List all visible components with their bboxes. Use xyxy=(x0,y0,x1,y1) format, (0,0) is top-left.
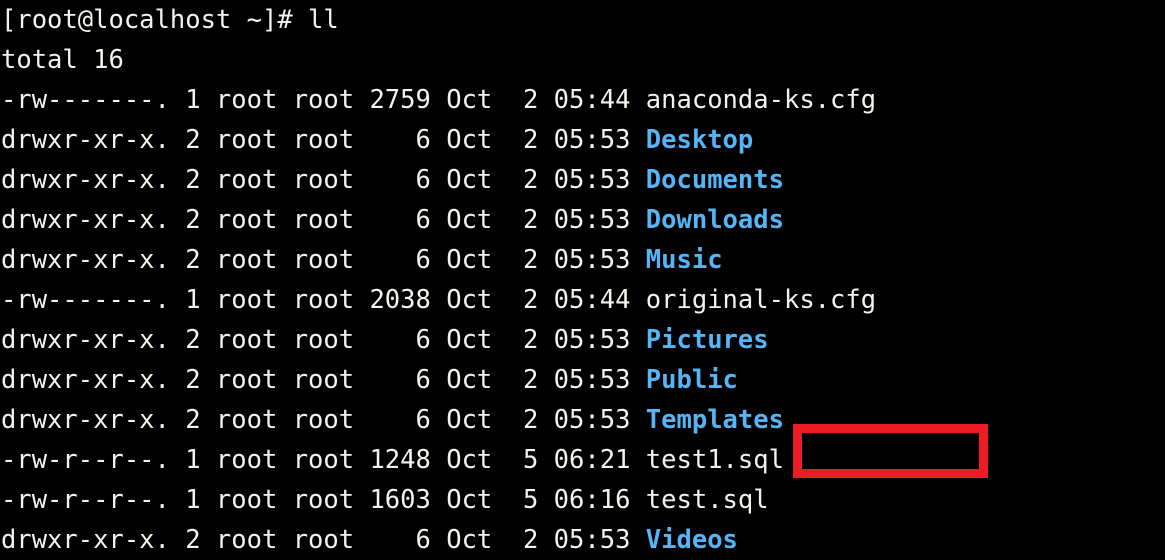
shell-prompt-line: [root@localhost ~]# ll xyxy=(0,0,1165,40)
listing-row-meta: drwxr-xr-x. 2 root root 6 Oct 2 05:53 xyxy=(1,365,646,395)
listing-row: -rw-------. 1 root root 2038 Oct 2 05:44… xyxy=(0,280,1165,320)
listing-row: drwxr-xr-x. 2 root root 6 Oct 2 05:53 Mu… xyxy=(0,240,1165,280)
listing-row-filename: Pictures xyxy=(645,325,769,355)
listing-row-filename: Documents xyxy=(645,165,784,195)
listing-row: drwxr-xr-x. 2 root root 6 Oct 2 05:53 Te… xyxy=(0,400,1165,440)
listing-row-filename: Videos xyxy=(645,525,738,555)
listing-row-filename: anaconda-ks.cfg xyxy=(645,85,877,115)
listing-row: -rw-r--r--. 1 root root 1603 Oct 5 06:16… xyxy=(0,480,1165,520)
listing-row-meta: drwxr-xr-x. 2 root root 6 Oct 2 05:53 xyxy=(1,405,646,435)
listing-row-meta: -rw-------. 1 root root 2038 Oct 2 05:44 xyxy=(1,285,646,315)
listing-row-filename: Music xyxy=(645,245,723,275)
listing-row-filename: Templates xyxy=(645,405,784,435)
listing-row-filename: Public xyxy=(645,365,738,395)
listing-row: -rw-------. 1 root root 2759 Oct 2 05:44… xyxy=(0,80,1165,120)
directory-listing: -rw-------. 1 root root 2759 Oct 2 05:44… xyxy=(0,80,1165,560)
listing-row-meta: -rw-r--r--. 1 root root 1603 Oct 5 06:16 xyxy=(1,485,646,515)
listing-row-filename: Downloads xyxy=(645,205,784,235)
listing-row-meta: drwxr-xr-x. 2 root root 6 Oct 2 05:53 xyxy=(1,525,646,555)
listing-row: drwxr-xr-x. 2 root root 6 Oct 2 05:53 Pi… xyxy=(0,320,1165,360)
listing-row: drwxr-xr-x. 2 root root 6 Oct 2 05:53 Do… xyxy=(0,200,1165,240)
listing-row-meta: drwxr-xr-x. 2 root root 6 Oct 2 05:53 xyxy=(1,205,646,235)
listing-row-filename: test.sql xyxy=(645,485,769,515)
listing-row-meta: drwxr-xr-x. 2 root root 6 Oct 2 05:53 xyxy=(1,125,646,155)
shell-command: ll xyxy=(308,5,339,35)
listing-row-meta: -rw-------. 1 root root 2759 Oct 2 05:44 xyxy=(1,85,646,115)
total-line: total 16 xyxy=(1,45,124,75)
shell-prompt: [root@localhost ~]# xyxy=(1,5,309,35)
listing-row: drwxr-xr-x. 2 root root 6 Oct 2 05:53 Do… xyxy=(0,160,1165,200)
listing-row: drwxr-xr-x. 2 root root 6 Oct 2 05:53 De… xyxy=(0,120,1165,160)
listing-row: drwxr-xr-x. 2 root root 6 Oct 2 05:53 Pu… xyxy=(0,360,1165,400)
listing-row-meta: drwxr-xr-x. 2 root root 6 Oct 2 05:53 xyxy=(1,325,646,355)
listing-row-meta: -rw-r--r--. 1 root root 1248 Oct 5 06:21 xyxy=(1,445,646,475)
listing-row-meta: drwxr-xr-x. 2 root root 6 Oct 2 05:53 xyxy=(1,245,646,275)
listing-row-filename: test1.sql xyxy=(645,445,784,475)
listing-row-filename: original-ks.cfg xyxy=(645,285,877,315)
terminal-window[interactable]: [root@localhost ~]# ll total 16 -rw-----… xyxy=(0,0,1165,560)
listing-row: drwxr-xr-x. 2 root root 6 Oct 2 05:53 Vi… xyxy=(0,520,1165,560)
listing-row: -rw-r--r--. 1 root root 1248 Oct 5 06:21… xyxy=(0,440,1165,480)
listing-row-filename: Desktop xyxy=(645,125,754,155)
listing-row-meta: drwxr-xr-x. 2 root root 6 Oct 2 05:53 xyxy=(1,165,646,195)
